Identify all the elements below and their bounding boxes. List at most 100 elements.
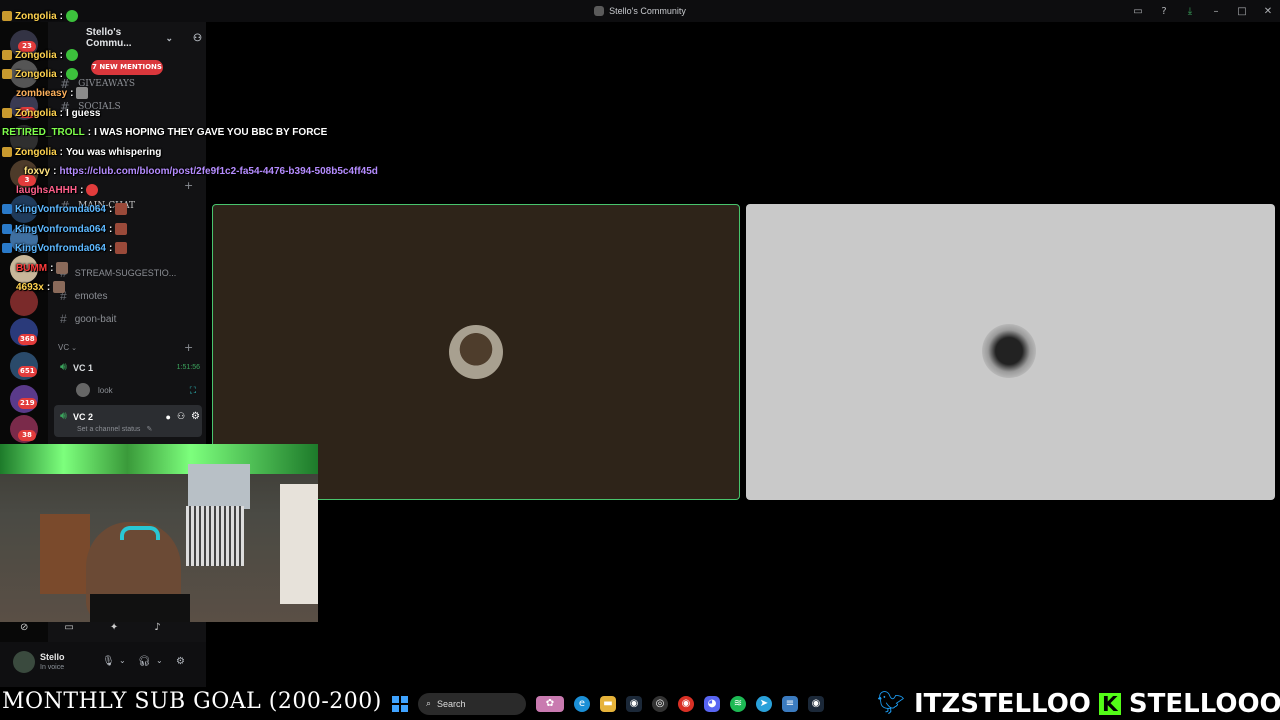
member-name: look bbox=[98, 385, 113, 395]
server-name: Stello's Commu... bbox=[86, 27, 132, 49]
discord-icon[interactable]: ◕ bbox=[704, 695, 720, 712]
inbox-icon[interactable]: ▭ bbox=[1132, 5, 1144, 17]
chat-link[interactable]: https://club.com/bloom/post/2fe9f1c2-fa5… bbox=[59, 166, 377, 177]
channel-stream-suggestions[interactable]: # STREAM-SUGGESTIO... bbox=[60, 266, 176, 280]
chat-sep: : bbox=[59, 146, 64, 158]
close-icon[interactable]: ✕ bbox=[1262, 5, 1274, 17]
minimize-icon[interactable]: – bbox=[1210, 5, 1222, 17]
chat-text: I WAS HOPING THEY GAVE YOU BBC BY FORCE bbox=[94, 126, 328, 138]
edge-icon[interactable]: e bbox=[574, 695, 590, 712]
chat-username: Zongolia bbox=[15, 10, 57, 22]
sub-badge-icon bbox=[2, 243, 12, 253]
steam-icon[interactable]: ◉ bbox=[626, 695, 642, 712]
window-title: Stello's Community bbox=[594, 6, 686, 16]
chat-sep: : bbox=[108, 242, 113, 254]
voice-channel-vc1[interactable]: 🔊︎ VC 1 1:51:56 bbox=[60, 361, 200, 374]
add-member-icon[interactable]: ⚇ bbox=[193, 33, 202, 44]
sub-badge-icon bbox=[2, 11, 12, 21]
shirt bbox=[90, 594, 190, 622]
server-header[interactable]: Stello's Commu... ⌄ ⚇ bbox=[56, 27, 202, 49]
emote-icon bbox=[115, 242, 128, 254]
chat-sep: : bbox=[59, 10, 64, 22]
neon-light bbox=[0, 444, 318, 474]
title-bar: Stello's Community ▭ ? ⤓ – □ ✕ bbox=[0, 0, 1280, 22]
twitter-icon: 🐦︎ bbox=[877, 691, 905, 716]
emote-icon bbox=[53, 281, 66, 293]
channel-label: STREAM-SUGGESTIO... bbox=[74, 268, 177, 278]
invite-icon[interactable]: ⚇ bbox=[177, 411, 185, 422]
telegram-icon[interactable]: ➤ bbox=[756, 695, 772, 712]
chat-username: RETIRED_TROLL bbox=[2, 126, 85, 138]
chevron-down-icon[interactable]: ⌄ bbox=[165, 33, 173, 44]
screen-share-icon[interactable]: ▭ bbox=[64, 622, 73, 634]
file-explorer-icon[interactable]: ▬ bbox=[600, 695, 616, 712]
unread-badge: 219 bbox=[18, 398, 37, 409]
spotify-icon[interactable]: ≋ bbox=[730, 695, 746, 712]
obs-icon[interactable]: ◎ bbox=[652, 695, 668, 712]
chat-message: KingVonfromda064 : bbox=[2, 221, 128, 237]
channel-label: emotes bbox=[74, 290, 108, 302]
cabinet bbox=[40, 514, 90, 594]
download-icon[interactable]: ⤓ bbox=[1184, 5, 1196, 17]
vc1-member[interactable]: look ⛶ bbox=[76, 383, 196, 397]
chat-message: zombieasy : bbox=[2, 85, 89, 101]
chat-sep: : bbox=[53, 165, 57, 177]
new-mentions-pill[interactable]: 7 NEW MENTIONS bbox=[91, 60, 163, 75]
chat-bubble-icon[interactable]: ● bbox=[166, 412, 171, 422]
chat-sep: : bbox=[46, 281, 51, 293]
maximize-icon[interactable]: □ bbox=[1236, 5, 1248, 17]
channel-goon-bait[interactable]: # goon-bait bbox=[60, 312, 116, 326]
chat-message: Zongolia : You was whispering bbox=[2, 144, 161, 160]
camera-off-icon[interactable]: ⊘ bbox=[20, 622, 28, 634]
video-tile[interactable] bbox=[746, 204, 1275, 500]
chat-sep: : bbox=[87, 126, 92, 138]
server-favicon-icon bbox=[594, 6, 605, 16]
kick-handle: STELLOOO bbox=[1128, 688, 1280, 720]
chevron-down-icon[interactable]: ⌄ bbox=[156, 656, 163, 665]
chat-username: KingVonfromda064 bbox=[15, 242, 106, 254]
avatar bbox=[76, 383, 90, 397]
channel-label: goon-bait bbox=[74, 313, 117, 325]
discord-stream-screen: Stello's Community ▭ ? ⤓ – □ ✕ 23 4 3 36… bbox=[0, 0, 1280, 720]
social-handles: 🐦︎ ITZSTELLOO K STELLOOO bbox=[874, 687, 1280, 720]
add-channel-icon[interactable]: + bbox=[184, 179, 193, 192]
chat-message: BUMM : bbox=[2, 260, 69, 276]
sub-badge-icon bbox=[2, 108, 12, 118]
speaker-icon: 🔊︎ bbox=[60, 361, 67, 373]
gear-icon[interactable]: ⚙ bbox=[191, 411, 200, 422]
widgets-icon[interactable]: ✿ bbox=[536, 695, 564, 712]
taskbar-search[interactable]: ⌕ Search bbox=[418, 692, 526, 715]
category-vc[interactable]: VC ⌄ bbox=[58, 343, 77, 352]
sub-badge-icon bbox=[2, 224, 12, 234]
activities-icon[interactable]: ✦ bbox=[110, 622, 118, 634]
steam-alt-icon[interactable]: ◉ bbox=[808, 695, 824, 712]
search-label: Search bbox=[437, 698, 466, 709]
voice-channel-vc2[interactable]: 🔊︎ VC 2 ● ⚇ ⚙ bbox=[60, 410, 200, 423]
add-channel-icon[interactable]: + bbox=[184, 341, 193, 354]
emote-icon bbox=[115, 223, 128, 235]
windows-start-icon[interactable] bbox=[392, 695, 408, 712]
microphone-icon[interactable]: 🎙︎ bbox=[102, 656, 115, 667]
chat-message: Zongolia : I guess bbox=[2, 105, 100, 121]
sub-badge-icon bbox=[2, 204, 12, 214]
emote-icon bbox=[66, 10, 79, 22]
chat-text: You was whispering bbox=[66, 146, 162, 158]
channel-emotes[interactable]: # emotes bbox=[60, 289, 107, 303]
chat-sep: : bbox=[50, 262, 54, 274]
notepad-icon[interactable]: ≡ bbox=[782, 695, 798, 712]
gear-icon[interactable]: ⚙ bbox=[176, 656, 185, 667]
chrome-icon[interactable]: ◉ bbox=[678, 695, 694, 712]
vc1-label: VC 1 bbox=[72, 362, 93, 373]
help-icon[interactable]: ? bbox=[1158, 5, 1170, 17]
chat-username: Zongolia bbox=[15, 107, 57, 119]
vc2-status[interactable]: Set a channel status ✎ bbox=[77, 425, 217, 434]
chevron-down-icon[interactable]: ⌄ bbox=[119, 656, 126, 665]
chat-message: RETIRED_TROLL : I WAS HOPING THEY GAVE Y… bbox=[2, 124, 327, 140]
avatar[interactable] bbox=[13, 651, 35, 673]
sub-badge-icon bbox=[2, 69, 12, 79]
chat-message: Zongolia : bbox=[2, 66, 79, 82]
headphones-icon[interactable]: 🎧︎ bbox=[138, 656, 151, 667]
chat-username: 4693x bbox=[16, 281, 44, 293]
chat-sep: : bbox=[108, 203, 113, 215]
soundboard-icon[interactable]: ♪ bbox=[154, 622, 160, 634]
